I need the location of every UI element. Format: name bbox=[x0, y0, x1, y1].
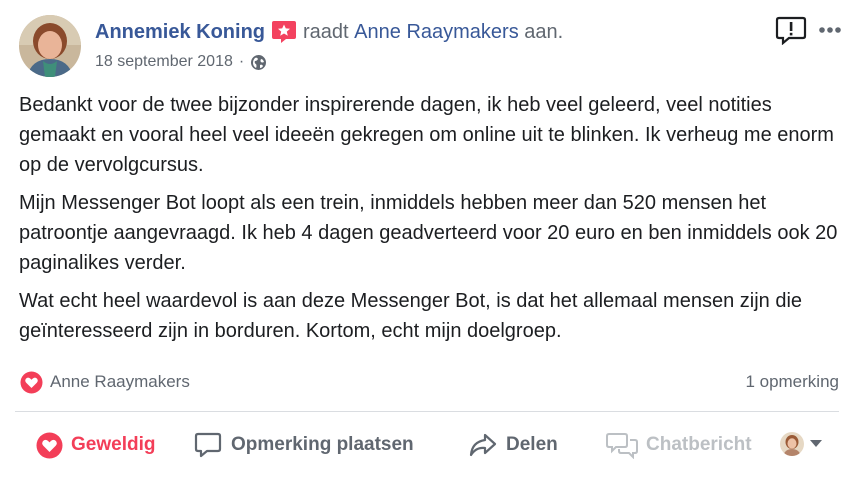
more-dots-icon bbox=[819, 27, 841, 33]
recommend-verb: raadt bbox=[303, 21, 349, 43]
comments-count[interactable]: 1 opmerking bbox=[745, 372, 839, 392]
post-paragraph: Wat echt heel waardevol is aan deze Mess… bbox=[19, 290, 803, 342]
divider bbox=[15, 411, 839, 412]
user-avatar bbox=[780, 432, 804, 456]
love-button[interactable]: Geweldig bbox=[36, 424, 155, 466]
post-header-line: Annemiek Koning raadt Anne Raaymakers aa… bbox=[95, 20, 563, 44]
comment-icon bbox=[194, 432, 222, 458]
globe-icon[interactable] bbox=[250, 54, 267, 71]
action-bar: Geweldig Opmerking plaatsen Delen Chatbe… bbox=[0, 424, 854, 466]
share-button[interactable]: Delen bbox=[468, 424, 558, 466]
comment-button[interactable]: Opmerking plaatsen bbox=[193, 424, 414, 466]
post-as-selector[interactable] bbox=[780, 432, 822, 456]
heart-icon bbox=[36, 432, 63, 458]
love-label: Geweldig bbox=[71, 434, 156, 455]
post-date[interactable]: 18 september 2018 bbox=[95, 52, 233, 72]
chat-message-button[interactable]: Chatbericht bbox=[606, 424, 752, 466]
reactions-summary[interactable]: Anne Raaymakers bbox=[20, 370, 190, 394]
heart-icon bbox=[20, 371, 43, 393]
report-button[interactable] bbox=[775, 15, 807, 46]
meta-separator: · bbox=[238, 53, 245, 70]
share-label: Delen bbox=[506, 434, 558, 455]
chevron-down-icon bbox=[810, 440, 822, 447]
author-avatar[interactable] bbox=[19, 15, 81, 77]
recommend-suffix: aan. bbox=[524, 21, 564, 43]
post-meta: 18 september 2018 · bbox=[95, 52, 267, 72]
reactions-label: Anne Raaymakers bbox=[50, 372, 190, 391]
author-name[interactable]: Annemiek Koning bbox=[95, 20, 265, 44]
chat-label: Chatbericht bbox=[646, 434, 752, 455]
post-content: Bedankt voor de twee bijzonder inspirere… bbox=[19, 90, 844, 354]
share-icon bbox=[469, 433, 497, 457]
more-options-button[interactable] bbox=[815, 18, 845, 42]
recommendation-post: Annemiek Koning raadt Anne Raaymakers aa… bbox=[0, 0, 854, 477]
post-paragraph: Mijn Messenger Bot loopt als een trein, … bbox=[19, 192, 838, 274]
post-paragraph: Bedankt voor de twee bijzonder inspirere… bbox=[19, 94, 834, 176]
report-icon bbox=[775, 16, 807, 46]
recommendation-badge-icon bbox=[271, 20, 297, 44]
chat-bubbles-icon bbox=[606, 433, 638, 459]
page-name-link[interactable]: Anne Raaymakers bbox=[354, 20, 519, 44]
comment-label: Opmerking plaatsen bbox=[231, 434, 414, 455]
